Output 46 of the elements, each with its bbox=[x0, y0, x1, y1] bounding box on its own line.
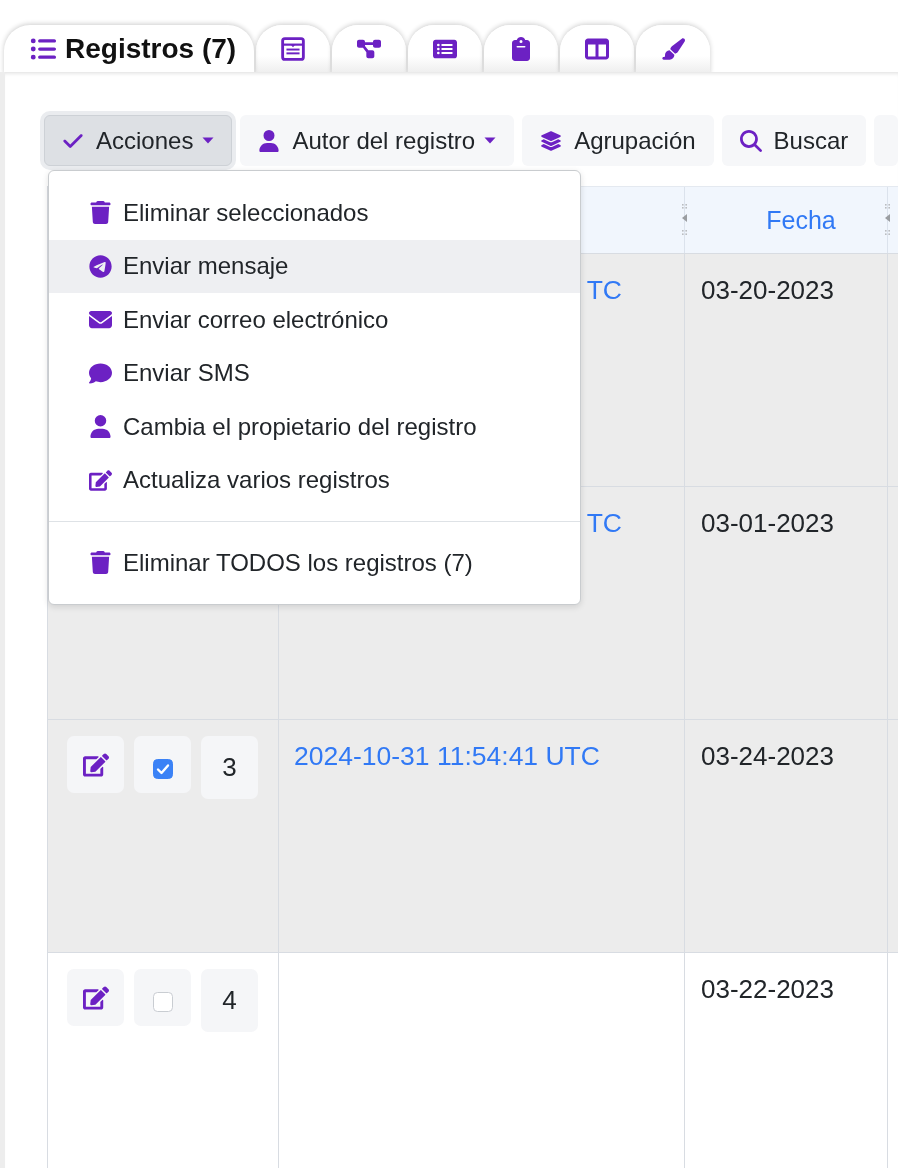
resize-handle-icon[interactable] bbox=[883, 204, 892, 236]
paintbrush-icon bbox=[661, 36, 686, 61]
menu-item[interactable]: Actualiza varios registros bbox=[49, 453, 580, 507]
date-text: 03-01-2023 bbox=[701, 508, 834, 539]
trash-icon bbox=[89, 201, 112, 225]
toolbar-button[interactable]: Autor del registro bbox=[240, 115, 515, 166]
edit-icon bbox=[89, 468, 112, 492]
tab[interactable] bbox=[484, 25, 559, 72]
edit-button[interactable] bbox=[67, 969, 124, 1026]
date-text: 03-20-2023 bbox=[701, 275, 834, 306]
row-number: 4 bbox=[201, 969, 258, 1032]
checkbox[interactable] bbox=[152, 759, 173, 779]
menu-item[interactable]: Eliminar TODOS los registros (7) bbox=[49, 536, 580, 590]
menu-item[interactable]: Enviar mensaje bbox=[49, 239, 580, 293]
menu-item[interactable]: Eliminar seleccionados bbox=[49, 186, 580, 240]
trash-icon bbox=[89, 551, 112, 575]
checkbox-tile[interactable] bbox=[134, 736, 191, 793]
menu-item[interactable]: Cambia el propietario del registro bbox=[49, 400, 580, 454]
user-icon bbox=[258, 129, 281, 152]
edit-icon bbox=[82, 751, 109, 778]
checkbox[interactable] bbox=[152, 992, 173, 1012]
columns-icon bbox=[585, 36, 610, 61]
toolbar-button[interactable]: Agrupación bbox=[522, 115, 714, 166]
date-text: 03-24-2023 bbox=[701, 741, 834, 772]
tab[interactable] bbox=[636, 25, 711, 72]
tab[interactable] bbox=[256, 25, 331, 72]
speech-bubble-icon bbox=[89, 361, 112, 385]
menu-item[interactable]: Enviar correo electrónico bbox=[49, 293, 580, 347]
column-header[interactable]: Fecha bbox=[766, 205, 836, 235]
menu-item[interactable]: Enviar SMS bbox=[49, 346, 580, 400]
row-number: 3 bbox=[201, 736, 258, 799]
tab[interactable] bbox=[332, 25, 407, 72]
layers-icon bbox=[540, 129, 563, 152]
edit-button[interactable] bbox=[67, 736, 124, 793]
form-icon bbox=[281, 36, 306, 61]
toolbar-button[interactable]: Buscar bbox=[721, 115, 867, 166]
edit-icon bbox=[82, 984, 109, 1011]
tab[interactable]: Registros (7) bbox=[4, 25, 255, 72]
resize-handle-icon[interactable] bbox=[680, 204, 689, 236]
checkbox-tile[interactable] bbox=[134, 969, 191, 1026]
tab[interactable] bbox=[408, 25, 483, 72]
date-text: 03-22-2023 bbox=[701, 974, 834, 1005]
tab[interactable] bbox=[560, 25, 635, 72]
paper-plane-icon bbox=[89, 254, 112, 278]
user-icon bbox=[89, 415, 112, 439]
search-icon bbox=[739, 129, 762, 152]
